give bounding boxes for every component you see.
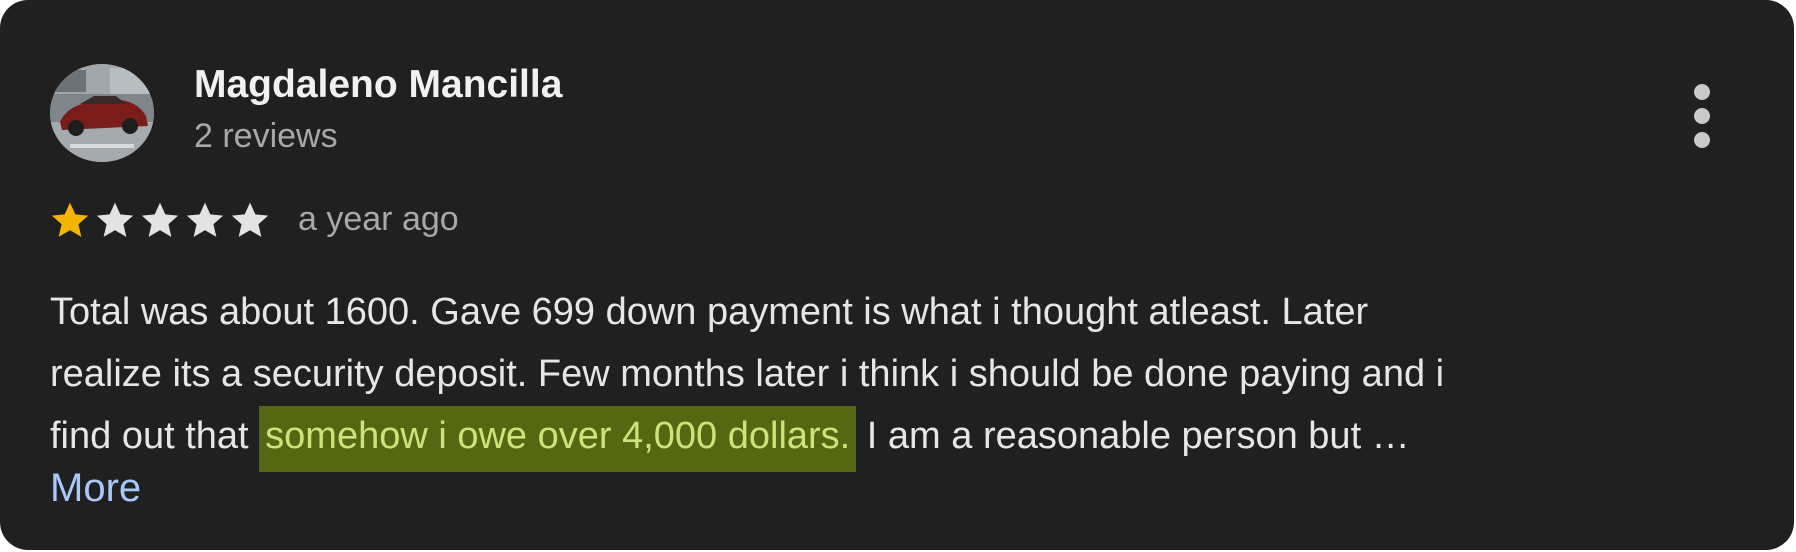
menu-dot — [1694, 84, 1710, 100]
review-text-segment: I am a reasonable person but … — [856, 415, 1410, 457]
review-text: Total was about 1600. Gave 699 down paym… — [50, 281, 1750, 472]
star-rating — [48, 198, 273, 242]
avatar-image — [50, 64, 154, 162]
more-vert-icon[interactable] — [1682, 84, 1722, 148]
review-text-segment: find out that — [50, 415, 260, 457]
star-icon — [231, 202, 269, 237]
review-text-line: find out that somehow i owe over 4,000 d… — [50, 405, 1750, 472]
star-icon — [186, 202, 224, 237]
star-icon — [96, 202, 134, 237]
avatar[interactable] — [50, 64, 154, 162]
review-card: Magdaleno Mancilla 2 reviews a year ago … — [0, 0, 1794, 550]
review-text-line: Total was about 1600. Gave 699 down paym… — [50, 291, 1369, 333]
menu-dot — [1694, 108, 1710, 124]
highlighted-text: somehow i owe over 4,000 dollars. — [259, 406, 857, 472]
menu-dot — [1694, 132, 1710, 148]
review-date: a year ago — [298, 200, 459, 238]
review-text-line: realize its a security deposit. Few mont… — [50, 353, 1445, 395]
reviewer-review-count: 2 reviews — [194, 117, 338, 155]
star-icon — [51, 202, 89, 237]
star-icon — [141, 202, 179, 237]
reviewer-name[interactable]: Magdaleno Mancilla — [194, 63, 562, 107]
more-link[interactable]: More — [50, 466, 141, 511]
